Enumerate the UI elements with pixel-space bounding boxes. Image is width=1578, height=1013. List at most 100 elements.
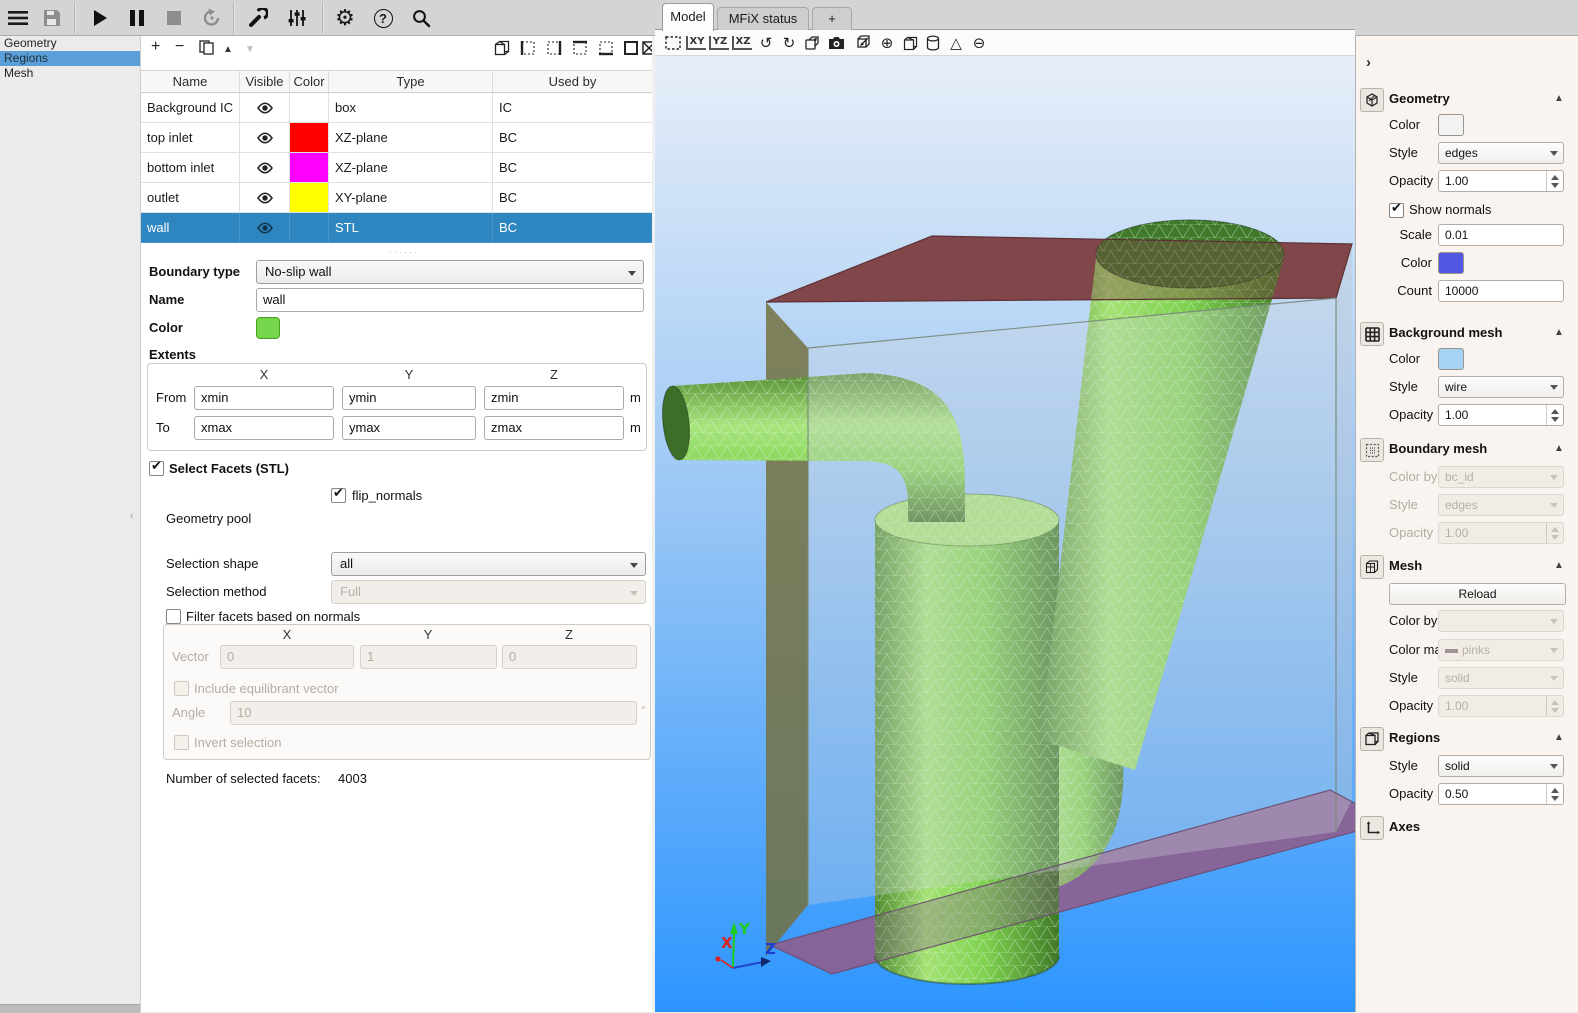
section-regions[interactable]: Regions ▲ [1356, 727, 1578, 753]
name-input[interactable]: wall [256, 288, 644, 312]
build-wrench-icon[interactable] [245, 5, 271, 31]
search-icon[interactable] [408, 5, 434, 31]
table-row-selected[interactable]: wall STL BC [141, 213, 653, 243]
background-mesh-style-select[interactable]: wire [1438, 376, 1564, 398]
reset-icon[interactable] [199, 5, 225, 31]
zmin-input[interactable]: zmin [484, 386, 624, 410]
nav-item-regions[interactable]: Regions [0, 51, 140, 66]
splitter-handle[interactable]: ······ [389, 247, 419, 257]
run-icon[interactable] [87, 5, 113, 31]
cylinder-tool-icon[interactable] [923, 33, 943, 53]
shape-plane-top-icon[interactable] [572, 40, 588, 56]
table-row[interactable]: outlet XY-plane BC [141, 183, 653, 213]
help-icon[interactable]: ? [370, 5, 396, 31]
menu-icon[interactable] [5, 5, 31, 31]
region-move-down-button[interactable]: ▼ [245, 40, 255, 60]
perspective-icon[interactable] [802, 33, 822, 53]
boundary-type-select[interactable]: No-slip wall [256, 260, 644, 284]
flip-normals-checkbox[interactable] [331, 488, 346, 503]
parameters-sliders-icon[interactable] [284, 5, 310, 31]
visibility-eye-icon[interactable] [240, 123, 290, 153]
collapse-arrow-icon[interactable]: ▲ [1554, 93, 1564, 104]
reset-view-icon[interactable] [663, 33, 683, 53]
section-mesh[interactable]: Mesh ▲ [1356, 555, 1578, 581]
col-type[interactable]: Type [329, 71, 493, 93]
shape-plane-east-icon[interactable] [546, 40, 562, 56]
mesh-reload-button[interactable]: Reload [1389, 583, 1566, 605]
cone-tool-icon[interactable]: △ [946, 33, 966, 53]
nav-item-geometry[interactable]: Geometry [0, 36, 140, 51]
shape-plane-icon[interactable] [623, 40, 639, 56]
region-color-button[interactable] [256, 317, 280, 339]
sphere-tool-icon[interactable]: ⊕ [877, 33, 897, 53]
zmax-input[interactable]: zmax [484, 416, 624, 440]
normals-scale-input[interactable]: 0.01 [1438, 224, 1564, 246]
ymin-input[interactable]: ymin [342, 386, 476, 410]
stop-icon[interactable] [161, 5, 187, 31]
yz-view-icon[interactable]: YZ [709, 33, 729, 53]
section-geometry[interactable]: Geometry ▲ [1356, 88, 1578, 114]
rotate-cw-icon[interactable]: ↻ [779, 33, 799, 53]
box-tool-icon[interactable] [900, 33, 920, 53]
shape-plane-west-icon[interactable] [520, 40, 536, 56]
background-mesh-opacity-spinner[interactable]: 1.00 [1438, 404, 1564, 426]
visibility-eye-icon[interactable] [240, 213, 290, 243]
panel-collapse-handle[interactable]: ‹ [130, 510, 134, 522]
shape-plane-bottom-icon[interactable] [598, 40, 614, 56]
collapse-arrow-icon[interactable]: ▲ [1554, 443, 1564, 454]
normals-count-input[interactable]: 10000 [1438, 280, 1564, 302]
toolbar-separator [322, 2, 324, 34]
xmin-input[interactable]: xmin [194, 386, 334, 410]
screenshot-camera-icon[interactable] [826, 33, 846, 53]
xmax-input[interactable]: xmax [194, 416, 334, 440]
regions-opacity-spinner[interactable]: 0.50 [1438, 783, 1564, 805]
col-used-by[interactable]: Used by [493, 71, 653, 93]
background-mesh-color-swatch[interactable] [1438, 348, 1464, 370]
xz-view-icon[interactable]: XZ [732, 33, 752, 53]
save-icon[interactable] [39, 5, 65, 31]
collapse-arrow-icon[interactable]: ▲ [1554, 732, 1564, 743]
geometry-color-swatch[interactable] [1438, 114, 1464, 136]
collapse-arrow-icon[interactable]: ▲ [1554, 327, 1564, 338]
rotate-ccw-icon[interactable]: ↺ [756, 33, 776, 53]
pause-icon[interactable] [124, 5, 150, 31]
shape-box-icon[interactable] [494, 40, 510, 56]
visibility-eye-icon[interactable] [240, 183, 290, 213]
collapse-panel-icon[interactable]: › [1366, 54, 1371, 71]
filter-facets-checkbox[interactable] [166, 609, 181, 624]
section-boundary-mesh[interactable]: Boundary mesh ▲ [1356, 438, 1578, 464]
select-facets-checkbox[interactable] [149, 461, 164, 476]
col-color[interactable]: Color [290, 71, 329, 93]
ymax-input[interactable]: ymax [342, 416, 476, 440]
visibility-eye-icon[interactable] [240, 93, 290, 123]
tab-model[interactable]: Model [662, 3, 714, 31]
section-axes[interactable]: Axes [1356, 816, 1578, 842]
region-add-button[interactable]: + [151, 37, 160, 57]
3d-viewport[interactable]: Y Z X [655, 56, 1355, 1012]
settings-gear-icon[interactable]: ⚙ [332, 5, 358, 31]
table-row[interactable]: bottom inlet XZ-plane BC [141, 153, 653, 183]
geometry-style-select[interactable]: edges [1438, 142, 1564, 164]
region-remove-button[interactable]: − [175, 37, 184, 57]
selection-shape-select[interactable]: all [331, 552, 646, 576]
tab-mfix-status[interactable]: MFiX status [717, 7, 809, 31]
xy-view-icon[interactable]: XY [686, 33, 706, 53]
region-duplicate-icon[interactable] [199, 40, 214, 61]
regions-style-select[interactable]: solid [1438, 755, 1564, 777]
col-visible[interactable]: Visible [240, 71, 290, 93]
region-move-up-button[interactable]: ▲ [223, 40, 233, 60]
table-row[interactable]: Background IC box IC [141, 93, 653, 123]
normals-color-swatch[interactable] [1438, 252, 1464, 274]
collapse-arrow-icon[interactable]: ▲ [1554, 560, 1564, 571]
geometry-visibility-icon[interactable] [854, 33, 874, 53]
mesh-opacity-spinner: 1.00 [1438, 695, 1564, 717]
torus-tool-icon[interactable]: ⊖ [969, 33, 989, 53]
nav-item-mesh[interactable]: Mesh [0, 66, 140, 81]
geometry-opacity-spinner[interactable]: 1.00 [1438, 170, 1564, 192]
show-normals-checkbox[interactable] [1389, 203, 1404, 218]
visibility-eye-icon[interactable] [240, 153, 290, 183]
col-name[interactable]: Name [141, 71, 240, 93]
section-background-mesh[interactable]: Background mesh ▲ [1356, 322, 1578, 348]
table-row[interactable]: top inlet XZ-plane BC [141, 123, 653, 153]
tab-add[interactable]: + [812, 7, 852, 31]
